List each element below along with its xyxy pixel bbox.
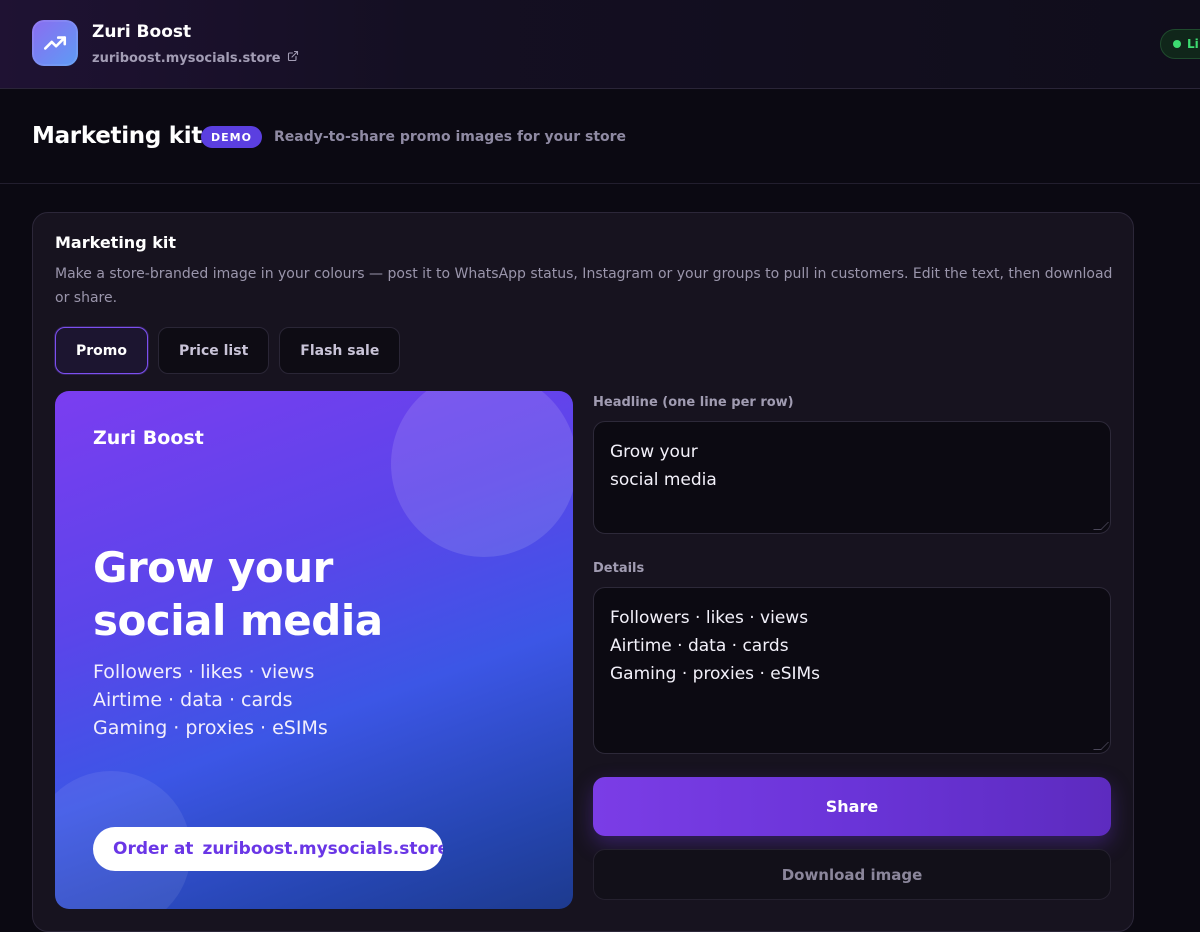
- external-link-icon: [287, 50, 299, 66]
- live-dot-icon: [1173, 40, 1181, 48]
- template-tabs: Promo Price list Flash sale: [55, 327, 401, 374]
- headline-textarea[interactable]: Grow your social media: [593, 421, 1111, 534]
- trending-up-icon: [32, 20, 78, 66]
- share-button[interactable]: Share: [593, 777, 1111, 836]
- preview-cta-prefix: Order at: [113, 839, 194, 859]
- preview-detail-line: Airtime · data · cards: [93, 689, 293, 711]
- promo-image-preview: Zuri Boost Grow your social media Follow…: [55, 391, 573, 909]
- page-subtitle: Ready-to-share promo images for your sto…: [274, 129, 627, 145]
- preview-headline-line: social media: [93, 596, 383, 645]
- tab-price-list[interactable]: Price list: [158, 327, 270, 374]
- headline-text-line: social media: [610, 470, 717, 490]
- page-title: Marketing kit: [32, 123, 203, 149]
- decorative-circle: [391, 391, 573, 557]
- card-description: Make a store-branded image in your colou…: [55, 266, 1113, 306]
- live-status-text: Li: [1187, 37, 1199, 51]
- tab-promo[interactable]: Promo: [55, 327, 148, 374]
- download-image-button[interactable]: Download image: [593, 849, 1111, 900]
- preview-detail-line: Gaming · proxies · eSIMs: [93, 717, 328, 739]
- preview-headline-line: Grow your: [93, 543, 333, 592]
- preview-detail-line: Followers · likes · views: [93, 661, 315, 683]
- tab-flash-sale[interactable]: Flash sale: [279, 327, 401, 374]
- preview-headline: Grow your social media: [93, 541, 383, 647]
- demo-badge: DEMO: [201, 126, 262, 148]
- resize-handle-icon[interactable]: [1093, 742, 1109, 750]
- store-url-text: zuriboost.mysocials.store: [92, 50, 281, 66]
- live-status-badge: Li: [1160, 29, 1200, 59]
- card-title: Marketing kit: [55, 233, 176, 252]
- headline-text-line: Grow your: [610, 442, 698, 462]
- details-text-line: Followers · likes · views: [610, 608, 809, 628]
- store-url-link[interactable]: zuriboost.mysocials.store: [92, 50, 299, 66]
- preview-store-name: Zuri Boost: [93, 427, 204, 449]
- details-text-line: Airtime · data · cards: [610, 636, 789, 656]
- page-header: Marketing kit DEMO Ready-to-share promo …: [0, 90, 1200, 184]
- preview-details: Followers · likes · views Airtime · data…: [93, 658, 328, 742]
- store-name: Zuri Boost: [92, 22, 192, 42]
- headline-label: Headline (one line per row): [593, 395, 794, 410]
- top-bar: Zuri Boost zuriboost.mysocials.store Li: [0, 0, 1200, 89]
- preview-order-pill: Order at zuriboost.mysocials.store: [93, 827, 443, 871]
- resize-handle-icon[interactable]: [1093, 522, 1109, 530]
- details-label: Details: [593, 561, 645, 576]
- details-text-line: Gaming · proxies · eSIMs: [610, 664, 821, 684]
- details-textarea[interactable]: Followers · likes · views Airtime · data…: [593, 587, 1111, 754]
- marketing-kit-card: Marketing kit Make a store-branded image…: [32, 212, 1134, 932]
- preview-cta-url: zuriboost.mysocials.store: [202, 839, 443, 859]
